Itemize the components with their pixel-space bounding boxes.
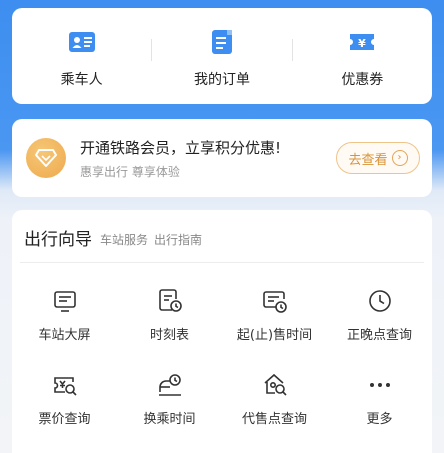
membership-subtitle: 惠享出行 尊享体验 xyxy=(80,164,180,179)
guide-item-label: 起(止)售时间 xyxy=(236,327,313,343)
guide-item-more[interactable]: 更多 xyxy=(327,357,432,441)
coupon-ticket-icon: ¥ xyxy=(350,34,375,50)
guide-item-delay-query[interactable]: 正晚点查询 xyxy=(327,273,432,357)
quick-link-orders[interactable]: 我的订单 xyxy=(152,8,291,104)
divider xyxy=(20,262,424,263)
svg-text:¥: ¥ xyxy=(358,37,366,50)
order-document-icon xyxy=(211,30,232,54)
guide-item-transfer-time[interactable]: 换乘时间 xyxy=(117,357,222,441)
guide-item-label: 代售点查询 xyxy=(241,411,307,427)
clock-icon xyxy=(368,289,391,312)
tab-travel-guide[interactable]: 出行指南 xyxy=(154,233,202,247)
guide-grid: 车站大屏 时刻表 起(止)售时间 正晚点查询 票价查询 换乘时间 代售点查询 更… xyxy=(12,273,432,441)
guide-item-label: 票价查询 xyxy=(38,411,91,427)
timetable-icon xyxy=(158,288,182,312)
quick-link-label: 我的订单 xyxy=(193,72,250,88)
quick-link-label: 乘车人 xyxy=(60,72,103,88)
sale-time-icon xyxy=(262,290,287,313)
more-dots-icon xyxy=(369,382,390,387)
quick-link-label: 优惠券 xyxy=(341,72,384,88)
guide-tabs: 车站服务 出行指南 xyxy=(100,231,208,248)
agency-search-icon xyxy=(263,373,287,396)
guide-item-label: 换乘时间 xyxy=(143,411,196,427)
guide-item-sale-time[interactable]: 起(止)售时间 xyxy=(222,273,327,357)
guide-item-agency-query[interactable]: 代售点查询 xyxy=(222,357,327,441)
guide-title: 出行向导 xyxy=(24,230,92,250)
diamond-badge-icon xyxy=(26,138,66,178)
guide-item-label: 时刻表 xyxy=(149,327,189,343)
quick-link-passengers[interactable]: 乘车人 xyxy=(12,8,151,104)
tab-station-service[interactable]: 车站服务 xyxy=(100,233,148,247)
membership-title: 开通铁路会员，立享积分优惠! xyxy=(80,138,282,157)
guide-item-station-screen[interactable]: 车站大屏 xyxy=(12,273,117,357)
passenger-card-icon xyxy=(68,32,95,52)
chevron-right-icon: › xyxy=(391,150,408,166)
guide-item-fare-query[interactable]: 票价查询 xyxy=(12,357,117,441)
guide-item-label: 车站大屏 xyxy=(38,327,91,343)
membership-banner[interactable]: 开通铁路会员，立享积分优惠! 惠享出行 尊享体验 去查看 › xyxy=(12,119,432,197)
quick-links-card: 乘车人 我的订单 ¥ 优惠券 xyxy=(12,8,432,104)
membership-text: 开通铁路会员，立享积分优惠! 惠享出行 尊享体验 xyxy=(80,137,336,180)
quick-link-coupons[interactable]: ¥ 优惠券 xyxy=(293,8,432,104)
guide-item-timetable[interactable]: 时刻表 xyxy=(117,273,222,357)
transfer-time-icon xyxy=(158,373,181,396)
guide-header: 出行向导 车站服务 出行指南 xyxy=(12,210,432,262)
guide-item-label: 更多 xyxy=(366,411,393,427)
travel-guide-card: 出行向导 车站服务 出行指南 车站大屏 时刻表 起(止)售时间 正晚点查询 票价… xyxy=(12,210,432,453)
guide-item-label: 正晚点查询 xyxy=(346,327,412,343)
view-button-label: 去查看 xyxy=(348,152,388,168)
view-membership-button[interactable]: 去查看 › xyxy=(336,142,420,174)
station-screen-icon xyxy=(53,290,76,312)
fare-search-icon xyxy=(53,376,77,396)
